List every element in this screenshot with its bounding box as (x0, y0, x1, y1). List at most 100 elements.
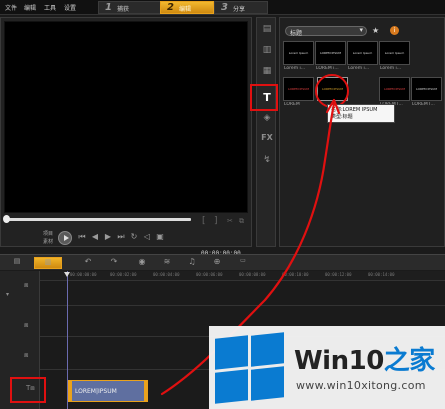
thumbnail-text: LOREM IPSUM (384, 87, 405, 91)
thumbnail-text: Lorem Ipsum (288, 51, 309, 55)
play-button[interactable] (58, 231, 72, 245)
graphic-icon[interactable]: ◈ (259, 113, 275, 126)
step-label: 编辑 (179, 6, 192, 13)
clip-label: LOREM|IPSUM (75, 388, 117, 395)
filter-icon[interactable]: FX (259, 133, 275, 146)
category-dropdown[interactable]: 标题 (285, 26, 367, 37)
next-frame-icon[interactable]: ▶ (103, 232, 113, 241)
step-tab-share[interactable]: 3 分享 (214, 1, 268, 14)
thumbnail-caption: Lorem i... (348, 66, 370, 71)
video-track-icon[interactable]: ⧈ (24, 281, 28, 290)
enlarge-icon[interactable]: ⧉ (239, 217, 244, 226)
ruler-label: 00:00:04:00 (153, 272, 180, 277)
clip-trim-right[interactable] (144, 381, 147, 401)
previous-frame-icon[interactable]: ◀ (90, 232, 100, 241)
storyboard-view-icon[interactable]: ▤ (8, 257, 26, 269)
mark-in-icon[interactable]: [ (202, 216, 206, 226)
volume-icon[interactable]: ◁ (142, 232, 152, 241)
thumbnail-caption: LOREM (284, 102, 300, 107)
sound-mixer-icon[interactable]: ≋ (160, 257, 174, 269)
overlay-track-icon[interactable]: ⧈ (24, 321, 28, 330)
ruler-label: 00:00:10:00 (282, 272, 309, 277)
library-sidebar: ▤ ▥ ▦ T ◈ FX ↯ (256, 17, 276, 247)
menu-bar: 文件 编辑 工具 设置 1 捕获 2 编辑 3 分享 (0, 0, 445, 15)
track-toggle-icon[interactable]: ▾ (6, 291, 9, 298)
ruler-label: 00:00:06:00 (196, 272, 223, 277)
thumbnail-text: Lorem Ipsum (352, 51, 373, 55)
brand-zhijia: 之家 (383, 346, 436, 376)
step-tab-edit[interactable]: 2 编辑 (160, 1, 214, 14)
title-thumbnail[interactable]: LOREM IPSUM (315, 41, 346, 65)
clip-mode-label[interactable]: 素材 (43, 238, 53, 245)
title-thumbnail[interactable]: LOREM IPSUM (283, 77, 314, 101)
clip-trim-left[interactable] (69, 381, 72, 401)
title-tooltip: 名称:LOREM IPSUM 类型:标题 (327, 104, 395, 123)
home-icon[interactable]: ⏮ (77, 232, 87, 242)
thumbnail-text: LOREM IPSUM (320, 51, 341, 55)
timeline-ruler[interactable]: 00:00:00:00 00:00:02:00 00:00:04:00 00:0… (40, 271, 445, 281)
step-label: 捕获 (117, 6, 130, 13)
category-label: 标题 (290, 30, 303, 37)
media-icon[interactable]: ▤ (259, 24, 275, 37)
thumbnail-text: LOREM IPSUM (288, 87, 309, 91)
snapshot-icon[interactable]: ▣ (155, 232, 165, 241)
preview-window[interactable] (4, 21, 248, 213)
tooltip-type: 类型:标题 (331, 114, 353, 120)
thumbnail-text: Lorem Ipsum (384, 51, 405, 55)
brand-win10: Win10 (294, 346, 384, 376)
ruler-label: 00:00:08:00 (239, 272, 266, 277)
title-thumbnail[interactable]: LOREM IPSUM (379, 77, 410, 101)
info-icon[interactable]: i (390, 26, 399, 35)
auto-music-icon[interactable]: ♫ (185, 257, 199, 269)
repeat-icon[interactable]: ↻ (129, 232, 139, 241)
step-label: 分享 (233, 6, 246, 13)
menu-settings[interactable]: 设置 (64, 3, 76, 12)
mark-out-icon[interactable]: ] (214, 216, 218, 226)
scrub-bar[interactable] (7, 218, 191, 221)
step-number: 2 (167, 2, 174, 13)
ruler-label: 00:00:00:00 (70, 272, 97, 277)
title-icon-highlight (250, 84, 278, 111)
menu-edit[interactable]: 编辑 (24, 3, 36, 12)
player-panel: [ ] ✂ ⧉ 项目 素材 ⏮ ◀ ▶ ⏭ ↻ ◁ ▣ 00:00:00:00 (0, 17, 252, 257)
menu-tools[interactable]: 工具 (44, 3, 56, 12)
thumbnail-caption: LOREM i... (316, 66, 339, 71)
title-thumbnail[interactable]: LOREM IPSUM (411, 77, 442, 101)
title-thumbnail[interactable]: Lorem Ipsum (347, 41, 378, 65)
transition-icon[interactable]: ▥ (259, 45, 275, 58)
step-number: 1 (105, 2, 112, 13)
project-mode-label[interactable]: 项目 (43, 230, 53, 237)
step-number: 3 (221, 2, 228, 13)
tooltip-name: 名称:LOREM IPSUM (331, 107, 378, 113)
motion-track-icon[interactable]: ⊕ (210, 257, 224, 269)
cut-icon[interactable]: ✂ (227, 217, 233, 225)
windows-logo-icon (215, 332, 285, 404)
undo-icon[interactable]: ↶ (82, 257, 94, 269)
track-divider (40, 305, 445, 306)
ruler-label: 00:00:02:00 (110, 272, 137, 277)
menu-file[interactable]: 文件 (5, 3, 17, 12)
playhead-marker[interactable] (64, 272, 70, 277)
thumbnail-text: LOREM IPSUM (416, 87, 437, 91)
thumbnail-caption: Lorem i... (284, 66, 306, 71)
thumbnail-caption: Lorem i... (380, 66, 402, 71)
subtitle-editor-icon[interactable]: ▭ (236, 257, 250, 269)
selection-circle (315, 74, 349, 108)
title-thumbnail[interactable]: Lorem Ipsum (379, 41, 410, 65)
ruler-label: 00:00:14:00 (368, 272, 395, 277)
thumbnail-caption: LOREM I... (412, 102, 435, 107)
watermark-brand: Win10之家 (294, 340, 435, 377)
scrub-handle[interactable] (3, 215, 10, 223)
favorite-star-icon[interactable]: ★ (372, 26, 379, 35)
timeline-view-icon[interactable]: ▥ (34, 257, 62, 269)
record-capture-icon[interactable]: ◉ (135, 257, 149, 269)
title-clip[interactable]: LOREM|IPSUM (68, 380, 148, 402)
redo-icon[interactable]: ↷ (108, 257, 120, 269)
instant-project-icon[interactable]: ▦ (259, 66, 275, 79)
overlay-track-icon-2[interactable]: ⧈ (24, 351, 28, 360)
title-track-highlight (10, 377, 46, 403)
ruler-label: 00:00:12:00 (325, 272, 352, 277)
end-icon[interactable]: ⏭ (116, 232, 126, 242)
title-thumbnail[interactable]: Lorem Ipsum (283, 41, 314, 65)
path-icon[interactable]: ↯ (259, 155, 275, 168)
